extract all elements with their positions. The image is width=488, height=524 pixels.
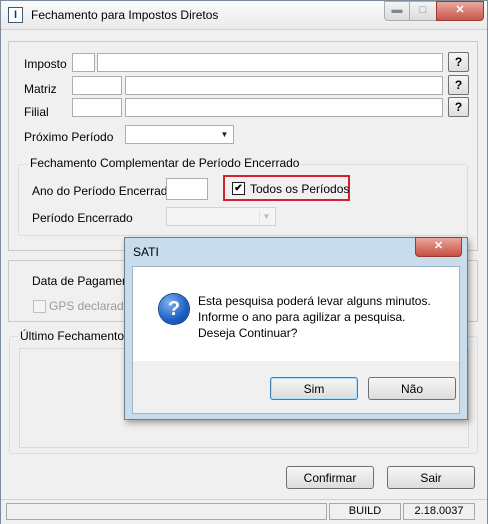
todos-periodos-label: Todos os Períodos	[250, 182, 350, 196]
status-cell-main	[6, 503, 327, 520]
filial-label: Filial	[24, 105, 49, 119]
periodo-encerrado-label: Período Encerrado	[32, 211, 133, 225]
build-label: BUILD	[329, 503, 401, 520]
sair-button[interactable]: Sair	[387, 466, 475, 489]
app-icon: I	[8, 7, 23, 23]
imposto-label: Imposto	[24, 57, 67, 71]
filial-code-input[interactable]	[72, 98, 122, 117]
nao-button[interactable]: Não	[368, 377, 456, 400]
close-button[interactable]: ✕	[436, 1, 484, 21]
title-bar: I Fechamento para Impostos Diretos ▬ □ ✕	[1, 1, 487, 30]
window-title: Fechamento para Impostos Diretos	[31, 8, 219, 22]
filial-desc-input[interactable]	[125, 98, 443, 117]
chevron-down-icon: ▼	[259, 210, 273, 223]
ano-periodo-input[interactable]	[166, 178, 208, 200]
maximize-button[interactable]: □	[409, 1, 437, 21]
ano-periodo-label: Ano do Período Encerrado	[32, 184, 175, 198]
confirmar-button[interactable]: Confirmar	[286, 466, 374, 489]
status-bar: BUILD 2.18.0037	[1, 499, 487, 524]
matriz-code-input[interactable]	[72, 76, 122, 95]
dialog-message-line-3: Deseja Continuar?	[198, 326, 298, 340]
dialog-message-area: ? Esta pesquisa poderá levar alguns minu…	[133, 267, 459, 361]
chevron-down-icon: ▼	[220, 130, 229, 139]
matriz-desc-input[interactable]	[125, 76, 443, 95]
dialog-close-button[interactable]: ✕	[415, 237, 462, 257]
version-label: 2.18.0037	[403, 503, 475, 520]
proximo-periodo-select[interactable]: ▼	[125, 125, 234, 144]
dialog-message-line-2: Informe o ano para agilizar a pesquisa.	[198, 310, 406, 324]
imposto-code-input[interactable]	[72, 53, 95, 72]
matriz-lookup-button[interactable]: ?	[448, 75, 469, 95]
periodo-encerrado-select[interactable]: ▼	[166, 207, 276, 226]
ultimo-fechamento-title: Último Fechamento Ef	[18, 329, 141, 343]
question-icon: ?	[159, 294, 189, 324]
sim-button[interactable]: Sim	[270, 377, 358, 400]
dialog-title: SATI	[133, 245, 159, 259]
gps-declarada-label: GPS declarada	[49, 299, 131, 313]
proximo-periodo-label: Próximo Período	[24, 130, 114, 144]
todos-periodos-checkbox[interactable]: ✔	[232, 182, 245, 195]
gps-declarada-checkbox[interactable]	[33, 300, 46, 313]
imposto-lookup-button[interactable]: ?	[448, 52, 469, 72]
data-pagamento-label: Data de Pagamento	[32, 274, 139, 288]
dialog-body: ? Esta pesquisa poderá levar alguns minu…	[132, 266, 460, 414]
filial-lookup-button[interactable]: ?	[448, 97, 469, 117]
imposto-desc-input[interactable]	[97, 53, 443, 72]
complementar-group-title: Fechamento Complementar de Período Encer…	[28, 156, 302, 170]
dialog-message-line-1: Esta pesquisa poderá levar alguns minuto…	[198, 294, 431, 308]
matriz-label: Matriz	[24, 82, 57, 96]
message-dialog: SATI ✕ ? Esta pesquisa poderá levar algu…	[124, 237, 468, 420]
minimize-button[interactable]: ▬	[384, 1, 410, 21]
